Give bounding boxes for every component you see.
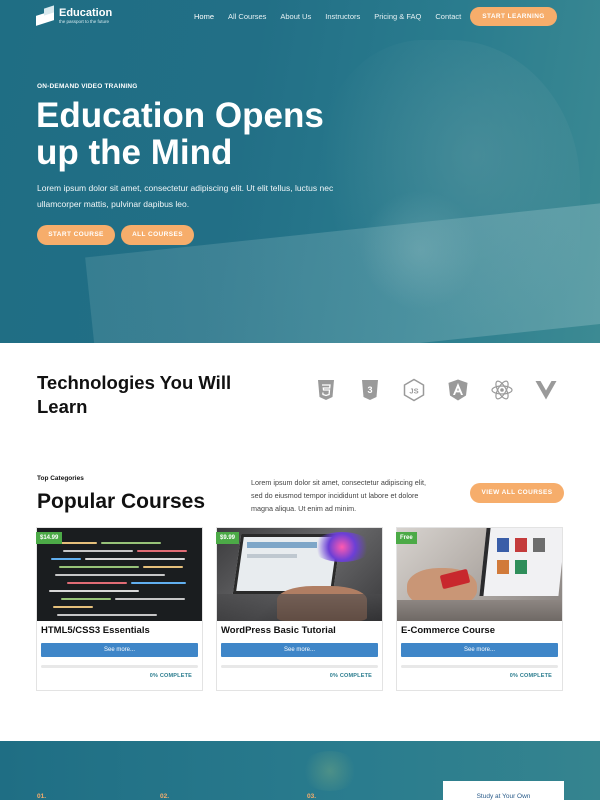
top-navigation: Education the passport to the future Hom… — [0, 0, 600, 34]
course-price-badge: Free — [396, 532, 417, 544]
course-title[interactable]: HTML5/CSS3 Essentials — [41, 625, 150, 636]
nav-item-pricing[interactable]: Pricing & FAQ — [374, 12, 421, 21]
hero-photo-hand — [360, 190, 480, 310]
site-logo[interactable]: Education the passport to the future — [36, 5, 113, 26]
start-learning-button[interactable]: START LEARNING — [470, 7, 557, 26]
logo-tagline: the passport to the future — [59, 19, 110, 24]
course-price-badge: $9.99 — [216, 532, 240, 544]
section-background-photo — [300, 751, 360, 791]
course-progress-bar — [401, 665, 558, 668]
see-more-button[interactable]: See more... — [401, 643, 558, 657]
angular-icon — [446, 378, 470, 402]
hero-title: Education Opens up the Mind — [36, 96, 324, 172]
nav-links: Home All Courses About Us Instructors Pr… — [194, 12, 475, 21]
view-all-courses-button[interactable]: VIEW ALL COURSES — [470, 483, 564, 503]
hero-section: Education the passport to the future Hom… — [0, 0, 600, 343]
step-number-1: 01. — [37, 793, 47, 800]
step-number-2: 02. — [160, 793, 170, 800]
logo-icon — [36, 5, 56, 26]
course-title[interactable]: WordPress Basic Tutorial — [221, 625, 336, 636]
course-card-wordpress[interactable]: $9.99 WordPress Basic Tutorial See more.… — [216, 527, 383, 691]
logo-text: Education — [59, 7, 113, 19]
svg-text:JS: JS — [409, 387, 418, 396]
course-thumbnail-laptop[interactable] — [217, 528, 382, 621]
course-progress-text: 0% COMPLETE — [149, 673, 192, 679]
course-progress-text: 0% COMPLETE — [329, 673, 372, 679]
nav-item-contact[interactable]: Contact — [435, 12, 461, 21]
see-more-button[interactable]: See more... — [221, 643, 378, 657]
nodejs-icon: JS — [402, 378, 426, 402]
see-more-button[interactable]: See more... — [41, 643, 198, 657]
course-title[interactable]: E-Commerce Course — [401, 625, 495, 636]
nav-item-about-us[interactable]: About Us — [280, 12, 311, 21]
technologies-title: Technologies You Will Learn — [37, 372, 232, 417]
top-categories-label: Top Categories — [37, 475, 84, 482]
study-card: Study at Your Own — [443, 781, 564, 800]
hero-eyebrow: ON-DEMAND VIDEO TRAINING — [37, 83, 138, 90]
study-card-title: Study at Your Own — [476, 793, 531, 800]
course-card-html5[interactable]: $14.99 HTML5/CSS3 Essentials See more...… — [36, 527, 203, 691]
nav-item-home[interactable]: Home — [194, 12, 214, 21]
popular-courses-title: Popular Courses — [37, 490, 206, 513]
css3-icon: 3 — [358, 378, 382, 402]
step-number-3: 03. — [307, 793, 317, 800]
course-progress-bar — [221, 665, 378, 668]
technology-icons: 3 JS — [314, 378, 578, 402]
hero-text: Lorem ipsum dolor sit amet, consectetur … — [37, 183, 334, 209]
nav-item-all-courses[interactable]: All Courses — [228, 12, 266, 21]
nav-item-instructors[interactable]: Instructors — [325, 12, 360, 21]
course-progress-text: 0% COMPLETE — [509, 673, 552, 679]
all-courses-button[interactable]: ALL COURSES — [121, 225, 194, 245]
react-icon — [490, 378, 514, 402]
course-price-badge: $14.99 — [36, 532, 63, 544]
course-progress-bar — [41, 665, 198, 668]
svg-text:3: 3 — [367, 385, 372, 395]
html5-icon — [314, 378, 338, 402]
start-course-button[interactable]: START COURSE — [37, 225, 115, 245]
course-thumbnail-shopping[interactable] — [397, 528, 562, 621]
course-card-ecommerce[interactable]: Free E-Commerce Course See more... 0% CO… — [396, 527, 563, 691]
courses-description: Lorem ipsum dolor sit amet, consectetur … — [251, 478, 426, 513]
vue-icon — [534, 378, 558, 402]
